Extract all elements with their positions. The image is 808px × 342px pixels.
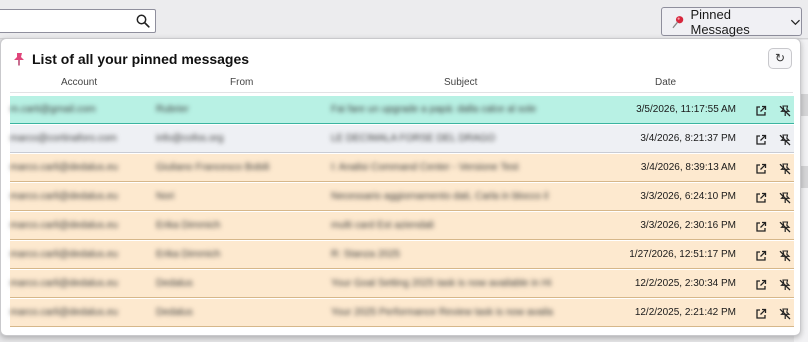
pinned-messages-button[interactable]: Pinned Messages	[661, 6, 802, 37]
row-from: Erika Dimmich	[156, 249, 221, 260]
row-date: 3/4/2026, 8:21:37 PM	[640, 133, 736, 144]
search-box[interactable]	[0, 9, 156, 33]
row-account: marco.carli@dedalus.eu	[10, 162, 118, 173]
pinned-message-row[interactable]: marco@cortinaforo.com info@cofos.org LE DE…	[10, 125, 794, 153]
unpin-icon[interactable]	[779, 191, 791, 204]
column-header-account[interactable]: Account	[61, 77, 97, 88]
row-account: marco.carli@dedalus.eu	[10, 278, 118, 289]
pinned-messages-label: Pinned Messages	[690, 6, 750, 37]
pinned-message-list: m.carti@gmail.com Rubrier Fai fare un upgr…	[10, 96, 794, 328]
pushpin-icon	[672, 15, 684, 28]
row-subject: I: Analisi Command Center - Versione Tes…	[331, 162, 519, 173]
search-icon[interactable]	[136, 14, 150, 28]
row-account: m.carti@gmail.com	[10, 104, 96, 115]
search-input[interactable]	[0, 10, 141, 32]
open-external-icon[interactable]	[755, 191, 767, 203]
panel-header: List of all your pinned messages	[12, 51, 249, 67]
unpin-icon[interactable]	[779, 162, 791, 175]
row-from: Erika Dimmich	[156, 220, 221, 231]
unpin-icon[interactable]	[779, 220, 791, 233]
unpin-icon[interactable]	[779, 307, 791, 320]
pinned-message-row[interactable]: marco.carli@dedalus.eu Dedalus Your Goal S…	[10, 270, 794, 298]
open-external-icon[interactable]	[755, 249, 767, 261]
row-date: 3/3/2026, 2:30:16 PM	[640, 220, 736, 231]
row-account: marco.carli@dedalus.eu	[10, 191, 118, 202]
pinned-message-row[interactable]: marco.carli@dedalus.eu Giuliano Francesco…	[10, 154, 794, 182]
column-header-date[interactable]: Date	[655, 77, 676, 88]
pinned-message-row[interactable]: marco.carli@dedalus.eu Nori Necessario agg…	[10, 183, 794, 211]
row-from: Nori	[156, 191, 175, 202]
row-from: Giuliano Francesco Bobili	[156, 162, 270, 173]
pinned-message-row[interactable]: m.carti@gmail.com Rubrier Fai fare un upgr…	[10, 96, 794, 124]
row-subject: Fai fare un upgrade a papà: dalla calce …	[331, 104, 537, 115]
open-external-icon[interactable]	[755, 278, 767, 290]
header-divider	[10, 92, 793, 93]
refresh-button[interactable]: ↻	[768, 48, 792, 69]
row-subject: Your Goal Setting 2025 task is now avail…	[331, 278, 552, 289]
row-date: 12/2/2025, 2:30:34 PM	[634, 278, 736, 289]
pinned-messages-panel: List of all your pinned messages ↻ Accou…	[0, 38, 801, 336]
row-account: marco.carli@dedalus.eu	[10, 220, 118, 231]
unpin-icon[interactable]	[779, 133, 791, 146]
open-external-icon[interactable]	[755, 307, 767, 319]
open-external-icon[interactable]	[755, 220, 767, 232]
unpin-icon[interactable]	[779, 278, 791, 291]
row-date: 3/4/2026, 8:39:13 AM	[640, 162, 736, 173]
pinned-message-row[interactable]: marco.carli@dedalus.eu Dedalus Your 2025 P…	[10, 299, 794, 327]
row-date: 1/27/2026, 12:51:17 PM	[629, 249, 736, 260]
chevron-down-icon	[791, 19, 801, 25]
column-header-from[interactable]: From	[230, 77, 253, 88]
pushpin-icon	[14, 53, 24, 66]
row-account: marco.carli@dedalus.eu	[10, 249, 118, 260]
pinned-message-row[interactable]: marco.carli@dedalus.eu Erika Dimmich R: St…	[10, 241, 794, 269]
unpin-icon[interactable]	[779, 249, 791, 262]
row-date: 3/3/2026, 6:24:10 PM	[640, 191, 736, 202]
row-subject: LE DECIMALA FORSE DEL DRAGO	[331, 133, 496, 144]
row-subject: Necessario aggiornamento dati, Carla in …	[331, 191, 549, 202]
unpin-icon[interactable]	[779, 104, 791, 117]
pinned-message-row[interactable]: marco.carli@dedalus.eu Erika Dimmich multi…	[10, 212, 794, 240]
open-external-icon[interactable]	[755, 162, 767, 174]
row-from: Dedalus	[156, 307, 193, 318]
row-from: info@cofos.org	[156, 133, 224, 144]
row-subject: R: Stanza 2025	[331, 249, 400, 260]
row-subject: Your 2025 Performance Review task is now…	[331, 307, 553, 318]
column-header-subject[interactable]: Subject	[444, 77, 477, 88]
row-date: 12/2/2025, 2:21:42 PM	[634, 307, 736, 318]
open-external-icon[interactable]	[755, 133, 767, 145]
row-from: Rubrier	[156, 104, 189, 115]
row-from: Dedalus	[156, 278, 193, 289]
row-account: marco@cortinaforo.com	[10, 133, 117, 144]
row-date: 3/5/2026, 11:17:55 AM	[636, 104, 736, 115]
panel-title: List of all your pinned messages	[32, 51, 250, 67]
row-account: marco.carli@dedalus.eu	[10, 307, 118, 318]
top-toolbar: Pinned Messages	[0, 0, 808, 39]
row-subject: multi card Est aziendali	[331, 220, 434, 231]
open-external-icon[interactable]	[755, 104, 767, 116]
